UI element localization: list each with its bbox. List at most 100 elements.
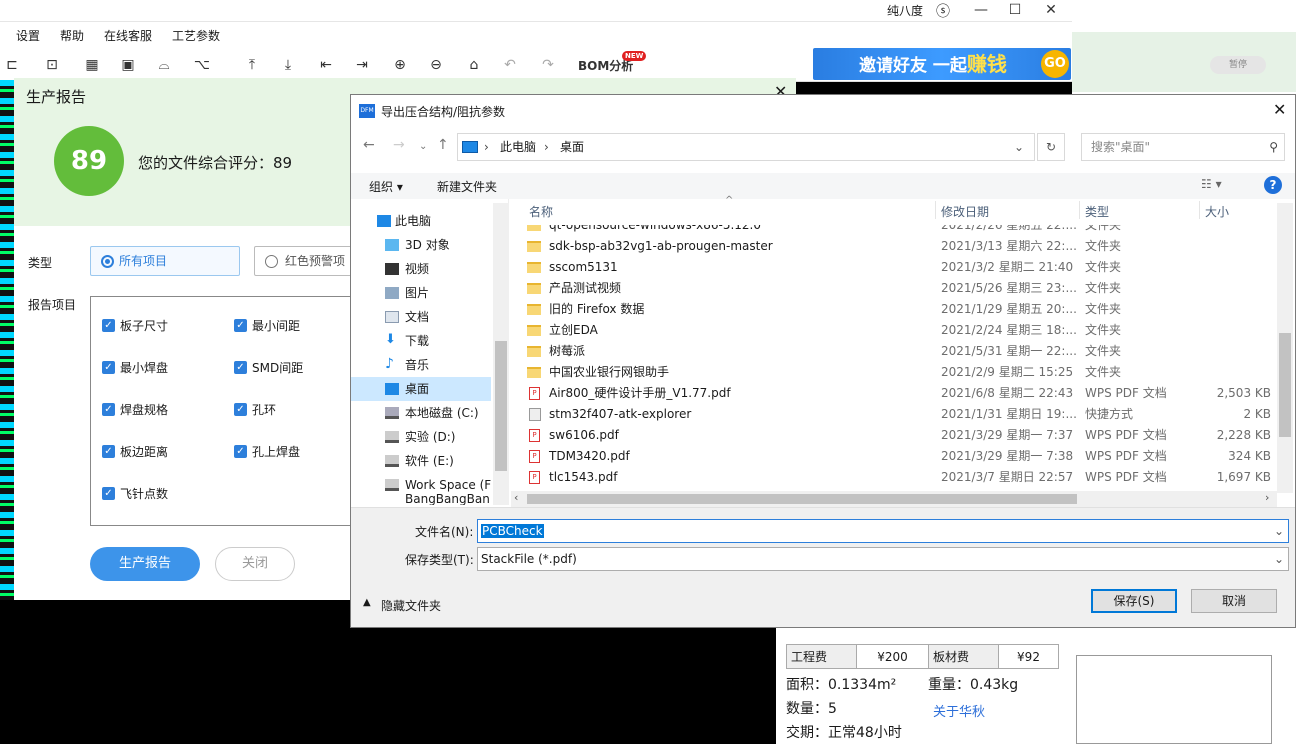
scroll-thumb[interactable] — [495, 341, 507, 471]
file-row[interactable]: 立创EDA 2021/2/24 星期三 18:... 文件夹 — [521, 320, 1273, 341]
nav-downloads[interactable]: ⬇ 下载 — [351, 329, 491, 353]
file-row[interactable]: 产品测试视频 2021/5/26 星期三 23:... 文件夹 — [521, 278, 1273, 299]
minimize-icon[interactable]: — — [964, 0, 998, 22]
scroll-left-icon[interactable]: ‹ — [514, 491, 518, 504]
upload-icon[interactable]: ⤒ — [240, 54, 264, 76]
col-size[interactable]: 大小 — [1205, 203, 1229, 220]
check-board-edge[interactable]: ✓ 板边距离 — [102, 444, 168, 460]
check-pad-spec[interactable]: ✓ 焊盘规格 — [102, 402, 168, 418]
radio-red-warning[interactable]: 红色预警项 — [254, 246, 354, 276]
nav-pictures[interactable]: 图片 — [351, 281, 491, 305]
breadcrumb-desktop[interactable]: 桌面 — [560, 134, 584, 160]
nav-drive-d[interactable]: 实验 (D:) — [351, 425, 491, 449]
zoom-out-icon[interactable]: ⊖ — [424, 54, 448, 76]
check-flying-probe[interactable]: ✓ 飞针点数 — [102, 486, 168, 502]
check-board-size[interactable]: ✓ 板子尺寸 — [102, 318, 168, 334]
file-row[interactable]: P Air800_硬件设计手册_V1.77.pdf 2021/6/8 星期二 22:… — [521, 383, 1273, 404]
nav-scrollbar[interactable] — [493, 203, 509, 505]
nav-music[interactable]: ♪ 音乐 — [351, 353, 491, 377]
filetype-select[interactable]: StackFile (*.pdf) ⌄ — [477, 547, 1289, 571]
nav-videos[interactable]: 视频 — [351, 257, 491, 281]
maximize-icon[interactable]: ☐ — [998, 0, 1032, 22]
undo-icon[interactable]: ↶ — [498, 54, 522, 76]
file-list-hscroll[interactable]: ‹ › — [511, 491, 1277, 507]
invite-banner[interactable]: 邀请好友 一起赚钱 GO — [813, 48, 1071, 80]
pcb-canvas[interactable] — [0, 80, 14, 600]
filename-dropdown-icon[interactable]: ⌄ — [1274, 520, 1284, 542]
nav-drive-c[interactable]: 本地磁盘 (C:) — [351, 401, 491, 425]
col-name[interactable]: 名称 — [529, 203, 553, 220]
generate-report-button[interactable]: 生产报告 — [90, 547, 200, 581]
filetype-dropdown-icon[interactable]: ⌄ — [1274, 548, 1284, 570]
radio-all-items[interactable]: 所有项目 — [90, 246, 240, 276]
up-icon[interactable]: ↑ — [437, 137, 449, 153]
file-row[interactable]: Psw6106.pdf 2021/3/29 星期一 7:37 WPS PDF 文档 2… — [521, 425, 1273, 446]
menu-online-service[interactable]: 在线客服 — [104, 27, 152, 44]
align-right-icon[interactable]: ⇥ — [350, 54, 374, 76]
scroll-thumb[interactable] — [527, 494, 1077, 504]
tool-icon[interactable]: ⊡ — [40, 54, 64, 76]
nav-desktop[interactable]: 桌面 — [351, 377, 491, 401]
cancel-button[interactable]: 取消 — [1191, 589, 1277, 613]
file-row[interactable]: sdk-bsp-ab32vg1-ab-prougen-master 2021/3/… — [521, 236, 1273, 257]
home-icon[interactable]: ⌂ — [462, 54, 486, 76]
measure-icon[interactable]: ⌓ — [152, 54, 176, 76]
close-report-button[interactable]: 关闭 — [215, 547, 295, 581]
file-list-vscroll[interactable] — [1277, 203, 1293, 493]
menu-help[interactable]: 帮助 — [60, 27, 84, 44]
check-smd-spacing[interactable]: ✓ SMD间距 — [234, 360, 303, 376]
file-row[interactable]: 中国农业银行网银助手 2021/2/9 星期二 15:25 文件夹 — [521, 362, 1273, 383]
col-date[interactable]: 修改日期 — [941, 203, 989, 220]
back-icon[interactable]: ← — [363, 137, 375, 153]
file-row[interactable]: stm32f407-atk-explorer 2021/1/31 星期日 19:.… — [521, 404, 1273, 425]
check-annular-ring[interactable]: ✓ 孔环 — [234, 402, 276, 418]
file-row[interactable]: qt-opensource-windows-x86-5.12.0 2021/2/2… — [521, 225, 1273, 236]
refresh-icon[interactable]: ↻ — [1037, 133, 1065, 161]
recent-dropdown-icon[interactable]: ⌄ — [419, 141, 427, 152]
dialog-close-icon[interactable]: ✕ — [1273, 100, 1286, 119]
filename-input[interactable]: PCBCheck ⌄ — [477, 519, 1289, 543]
check-min-pad[interactable]: ✓ 最小焊盘 — [102, 360, 168, 376]
drill-icon[interactable]: ⌥ — [190, 54, 214, 76]
scroll-right-icon[interactable]: › — [1265, 491, 1269, 504]
ruler-icon[interactable]: ⊏ — [0, 54, 24, 76]
search-input[interactable]: 搜索"桌面" ⚲ — [1081, 133, 1285, 161]
menu-process-params[interactable]: 工艺参数 — [172, 27, 220, 44]
file-row[interactable]: sscom5131 2021/3/2 星期二 21:40 文件夹 — [521, 257, 1273, 278]
col-type[interactable]: 类型 — [1085, 203, 1109, 220]
user-name[interactable]: 纯八度 — [887, 2, 923, 19]
save-button[interactable]: 保存(S) — [1091, 589, 1177, 613]
download-icon[interactable]: ⤓ — [276, 54, 300, 76]
check-pad-on-hole[interactable]: ✓ 孔上焊盘 — [234, 444, 300, 460]
close-icon[interactable]: ✕ — [1034, 0, 1068, 22]
file-row[interactable]: 旧的 Firefox 数据 2021/1/29 星期五 20:... 文件夹 — [521, 299, 1273, 320]
nav-documents[interactable]: 文档 — [351, 305, 491, 329]
organize-button[interactable]: 组织 ▾ — [369, 178, 403, 195]
nav-drive-g[interactable]: BangBangBan — [351, 493, 493, 505]
file-row[interactable]: P TDM3420.pdf 2021/3/29 星期一 7:38 WPS PDF 文档… — [521, 446, 1273, 467]
nav-3d-objects[interactable]: 3D 对象 — [351, 233, 491, 257]
forward-icon[interactable]: → — [393, 137, 405, 153]
view-icon[interactable]: ☷ ▾ — [1201, 177, 1222, 191]
pause-button[interactable]: 暂停 — [1210, 56, 1266, 74]
nav-drive-e[interactable]: 软件 (E:) — [351, 449, 491, 473]
nav-this-pc[interactable]: 此电脑 — [351, 209, 491, 233]
align-left-icon[interactable]: ⇤ — [314, 54, 338, 76]
file-row[interactable]: Ptlc1543.pdf 2021/3/7 星期日 22:57 WPS PDF 文档… — [521, 467, 1273, 488]
address-bar[interactable]: › 此电脑 › 桌面 ⌄ — [457, 133, 1035, 161]
zoom-in-icon[interactable]: ⊕ — [388, 54, 412, 76]
about-link[interactable]: 关于华秋 — [933, 701, 985, 720]
user-icon[interactable]: ⓢ — [936, 1, 950, 21]
grid-icon[interactable]: ▦ — [80, 54, 104, 76]
scroll-thumb[interactable] — [1279, 333, 1291, 437]
chip-icon[interactable]: ▣ — [116, 54, 140, 76]
help-icon[interactable]: ? — [1264, 176, 1282, 194]
address-dropdown-icon[interactable]: ⌄ — [1014, 134, 1024, 160]
hide-folders-button[interactable]: 隐藏文件夹 — [381, 597, 441, 614]
breadcrumb-this-pc[interactable]: 此电脑 — [500, 134, 536, 160]
chevron-up-icon[interactable]: ▲ — [363, 597, 371, 608]
menu-settings[interactable]: 设置 — [16, 27, 40, 44]
new-folder-button[interactable]: 新建文件夹 — [437, 178, 497, 195]
file-row[interactable]: 树莓派 2021/5/31 星期一 22:... 文件夹 — [521, 341, 1273, 362]
check-min-spacing[interactable]: ✓ 最小间距 — [234, 318, 300, 334]
